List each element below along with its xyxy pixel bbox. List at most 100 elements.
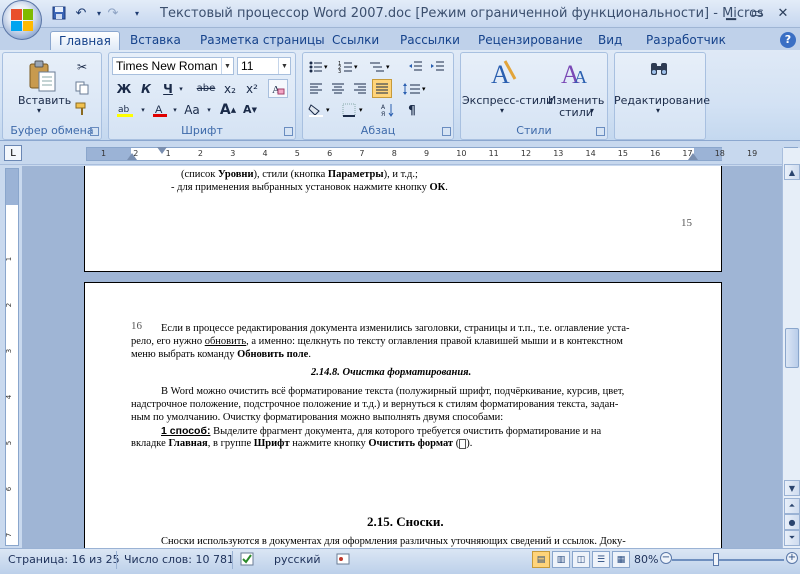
paragraph-launcher-icon[interactable]: [442, 127, 451, 136]
highlight-dropdown-icon[interactable]: ▾: [138, 100, 148, 119]
zoom-slider-track[interactable]: [672, 559, 784, 561]
save-icon[interactable]: [50, 5, 68, 21]
tab-mailings[interactable]: Рассылки: [392, 31, 468, 50]
word-count-status[interactable]: Число слов: 10 781: [124, 553, 234, 566]
bullets-icon[interactable]: ▾: [306, 57, 332, 76]
change-styles-dropdown-icon[interactable]: ▾: [590, 106, 594, 115]
zoom-out-icon[interactable]: −: [660, 552, 672, 564]
font-launcher-icon[interactable]: [284, 127, 293, 136]
tab-developer[interactable]: Разработчик: [638, 31, 734, 50]
horizontal-ruler[interactable]: 1 2 1 2 3 4 5 6 7 8 9 10 11 12 13 14 15 16 17 18 19: [86, 147, 757, 161]
document-area[interactable]: (список Уровни), стили (кнопка Параметры…: [22, 166, 782, 548]
left-indent-marker-icon[interactable]: [127, 153, 137, 160]
paste-dropdown-icon[interactable]: ▾: [37, 106, 41, 115]
change-styles-label-line2[interactable]: стили: [548, 106, 604, 119]
clear-formatting-icon[interactable]: A: [268, 79, 288, 98]
tab-home[interactable]: Главная: [50, 31, 120, 50]
draft-view-icon[interactable]: ▦: [612, 551, 630, 568]
quick-styles-dropdown-icon[interactable]: ▾: [500, 106, 504, 115]
paste-icon[interactable]: [24, 58, 60, 94]
shrink-font-button[interactable]: A ▼: [240, 100, 260, 119]
clipboard-launcher-icon[interactable]: [90, 127, 99, 136]
increase-indent-icon[interactable]: [428, 57, 448, 76]
borders-icon[interactable]: ▾: [340, 100, 370, 119]
select-browse-object-icon[interactable]: ●: [784, 514, 800, 530]
numbering-icon[interactable]: 1 2 3 ▾: [336, 57, 362, 76]
align-left-icon[interactable]: [306, 79, 326, 98]
page-15[interactable]: (список Уровни), стили (кнопка Параметры…: [84, 166, 722, 272]
undo-icon[interactable]: ↶: [72, 5, 90, 21]
tab-insert[interactable]: Вставка: [122, 31, 189, 50]
minimize-button[interactable]: ▁: [718, 3, 744, 23]
page-16[interactable]: 16 Если в процессе редактирования докуме…: [84, 282, 722, 548]
office-button[interactable]: [2, 0, 42, 40]
font-color-dropdown-icon[interactable]: ▾: [170, 100, 180, 119]
outline-view-icon[interactable]: ☰: [592, 551, 610, 568]
right-indent-marker-icon[interactable]: [688, 153, 698, 160]
close-button[interactable]: ✕: [770, 3, 796, 23]
first-line-indent-marker-icon[interactable]: [157, 147, 167, 154]
page-count-status[interactable]: Страница: 16 из 25: [8, 553, 120, 566]
redo-icon[interactable]: ↷: [104, 5, 122, 21]
shading-icon[interactable]: ▾: [306, 100, 336, 119]
line-spacing-icon[interactable]: ▾: [400, 79, 430, 98]
underline-button[interactable]: Ч: [158, 79, 178, 98]
editing-dropdown-icon[interactable]: ▾: [656, 106, 660, 115]
binoculars-icon[interactable]: [648, 58, 670, 80]
tab-page-layout[interactable]: Разметка страницы: [192, 31, 333, 50]
copy-icon[interactable]: [72, 78, 92, 97]
scroll-thumb[interactable]: [785, 328, 799, 368]
maximize-button[interactable]: ▭: [744, 3, 770, 23]
spelling-check-icon[interactable]: [240, 552, 254, 566]
sort-icon[interactable]: АЯ: [378, 100, 398, 119]
change-case-dropdown-icon[interactable]: ▾: [204, 100, 214, 119]
font-size-dropdown-icon[interactable]: ▼: [278, 58, 290, 74]
zoom-slider-thumb[interactable]: [712, 553, 719, 566]
tab-selector-icon[interactable]: L: [4, 145, 22, 161]
vertical-scrollbar[interactable]: ▲ ▼ ⏶ ● ⏷: [782, 148, 800, 548]
subscript-button[interactable]: x₂: [220, 79, 240, 98]
decrease-indent-icon[interactable]: [406, 57, 426, 76]
strikethrough-button[interactable]: abe: [194, 79, 218, 98]
align-center-icon[interactable]: [328, 79, 348, 98]
scroll-up-icon[interactable]: ▲: [784, 164, 800, 180]
font-name-combo[interactable]: Times New Roman ▼: [112, 57, 234, 75]
multilevel-list-icon[interactable]: ▾: [366, 57, 394, 76]
align-right-icon[interactable]: [350, 79, 370, 98]
bold-button[interactable]: Ж: [114, 79, 134, 98]
language-status[interactable]: русский: [274, 553, 321, 566]
zoom-level[interactable]: 80%: [634, 553, 658, 566]
print-layout-view-icon[interactable]: ▤: [532, 551, 550, 568]
tab-view[interactable]: Вид: [590, 31, 630, 50]
underline-dropdown-icon[interactable]: ▾: [176, 79, 186, 98]
customize-qat-icon[interactable]: ▾: [128, 5, 146, 21]
font-color-icon[interactable]: A: [150, 100, 170, 119]
scroll-down-icon[interactable]: ▼: [784, 480, 800, 496]
vertical-ruler[interactable]: 1 2 3 4 5 6 7: [5, 168, 19, 546]
web-layout-view-icon[interactable]: ◫: [572, 551, 590, 568]
previous-page-icon[interactable]: ⏶: [784, 498, 800, 514]
grow-font-button[interactable]: A ▲: [218, 100, 238, 119]
font-name-dropdown-icon[interactable]: ▼: [221, 58, 233, 74]
highlight-icon[interactable]: ab: [114, 100, 138, 119]
next-page-icon[interactable]: ⏷: [784, 530, 800, 546]
superscript-button[interactable]: x²: [242, 79, 262, 98]
show-formatting-marks-icon[interactable]: ¶: [402, 100, 422, 119]
styles-launcher-icon[interactable]: [596, 127, 605, 136]
change-styles-icon[interactable]: AA: [558, 56, 592, 90]
quick-styles-icon[interactable]: A: [486, 56, 520, 90]
paste-button-label[interactable]: Вставить: [18, 94, 71, 107]
format-painter-icon[interactable]: [72, 99, 92, 118]
tab-references[interactable]: Ссылки: [324, 31, 387, 50]
zoom-in-icon[interactable]: +: [786, 552, 798, 564]
tab-review[interactable]: Рецензирование: [470, 31, 591, 50]
italic-button[interactable]: К: [136, 79, 156, 98]
change-case-button[interactable]: Aa: [180, 100, 204, 119]
font-size-combo[interactable]: 11 ▼: [237, 57, 291, 75]
quick-styles-label[interactable]: Экспресс-стили: [462, 94, 553, 107]
full-screen-reading-view-icon[interactable]: ▥: [552, 551, 570, 568]
cut-icon[interactable]: ✂: [72, 57, 92, 76]
macro-recording-icon[interactable]: [336, 552, 350, 566]
justify-icon[interactable]: [372, 79, 392, 98]
help-icon[interactable]: ?: [780, 32, 796, 48]
